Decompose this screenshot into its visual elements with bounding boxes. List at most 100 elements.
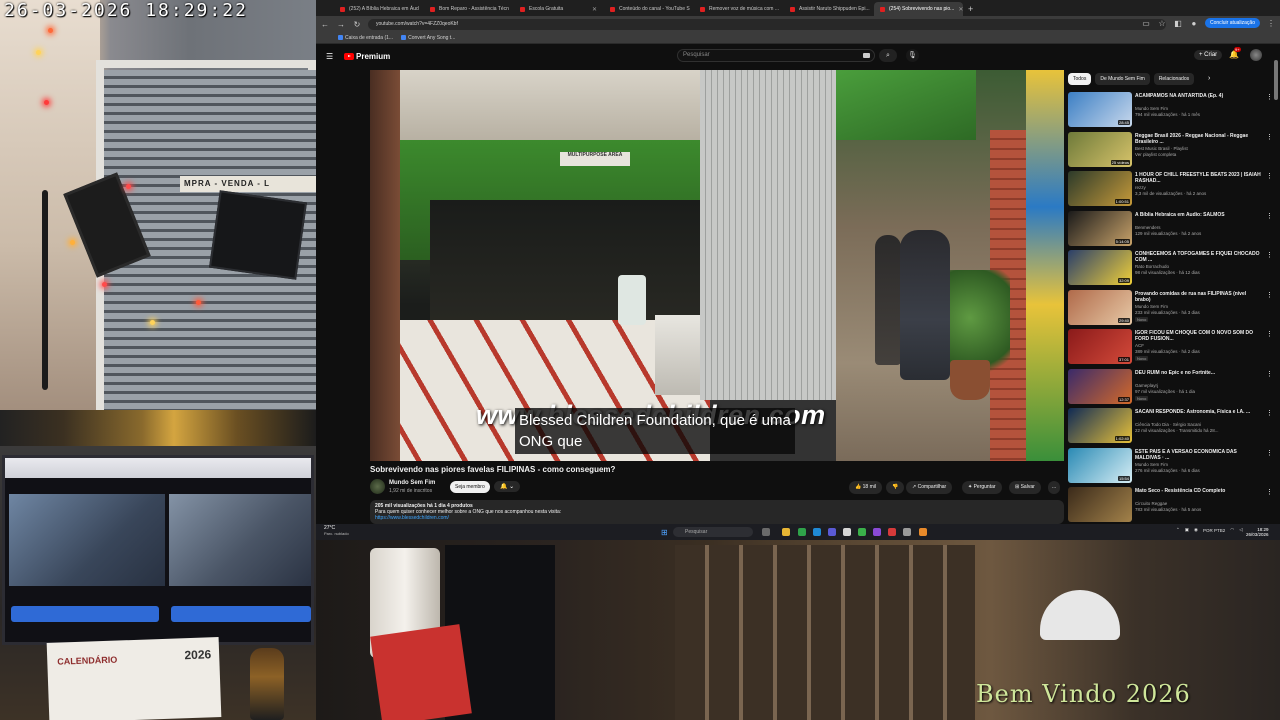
recommended-channel[interactable]: Benmenders xyxy=(1135,225,1161,230)
app-icon[interactable] xyxy=(828,528,836,536)
more-options-icon[interactable]: ⋮ xyxy=(1266,449,1273,457)
settings-icon[interactable] xyxy=(903,528,911,536)
subscribe-bell-button[interactable]: 🔔 ⌄ xyxy=(494,481,521,492)
task-view-icon[interactable] xyxy=(762,528,770,536)
browser-tab[interactable]: Assistir Naruto Shippuden Epi...✕ xyxy=(784,2,873,16)
browser-tab[interactable]: (254) Sobrevivendo nas pio... ✕ xyxy=(874,2,963,16)
video-thumbnail[interactable]: 1:00:51 xyxy=(1068,171,1132,206)
more-options-icon[interactable]: ⋮ xyxy=(1266,488,1273,496)
menu-icon[interactable]: ⋮ xyxy=(1266,19,1276,28)
recommended-channel[interactable]: Best Music Brasil · Playlist xyxy=(1135,146,1188,151)
recommended-title[interactable]: IGOR FICOU EM CHOQUE COM O NOVO SOM DO F… xyxy=(1135,330,1263,342)
more-options-icon[interactable]: ⋮ xyxy=(1266,212,1273,220)
chevron-right-icon[interactable]: › xyxy=(1208,75,1210,82)
browser-tab[interactable]: Conteúdo do canal - YouTube S✕ xyxy=(604,2,693,16)
recommended-video[interactable]: 29:40 Provando comidas de rua nas FILIPIN… xyxy=(1068,288,1273,328)
create-button[interactable]: + Criar xyxy=(1194,50,1223,60)
video-thumbnail[interactable]: 29:40 xyxy=(1068,289,1132,325)
app-icon[interactable] xyxy=(843,528,851,536)
app-icon[interactable] xyxy=(919,528,927,536)
recommended-title[interactable]: SACANI RESPONDE: Astronomia, Física e I.… xyxy=(1135,409,1263,415)
video-thumbnail[interactable]: 15:54 xyxy=(1068,447,1132,483)
scrollbar[interactable] xyxy=(1274,60,1278,100)
channel-name[interactable]: Mundo Sem Fim xyxy=(389,480,435,486)
video-player[interactable]: MULTIPURPOSE AREA www.blessedchildren.co… xyxy=(370,70,1064,461)
filter-chip[interactable]: Todos xyxy=(1068,73,1092,85)
taskbar-clock[interactable]: 18:29 26/03/2026 xyxy=(1246,527,1269,537)
recommended-title[interactable]: Mato Seco - Resistência CD Completo xyxy=(1135,488,1263,494)
recommended-channel[interactable]: Gameplayrj xyxy=(1135,383,1158,388)
recommended-title[interactable]: ESTE PAÍS É A VERSÃO ECONÔMICA DAS MALDI… xyxy=(1135,449,1263,461)
app-icon[interactable] xyxy=(858,528,866,536)
extensions-icon[interactable]: ◧ xyxy=(1173,19,1183,28)
filter-chip[interactable]: De Mundo Sem Fim xyxy=(1095,73,1150,85)
tray-app-icon[interactable]: ▣ xyxy=(1185,527,1189,533)
description-link[interactable]: https://www.blessedchildren.com/ xyxy=(375,515,1059,521)
ask-button[interactable]: ✦ Perguntar xyxy=(962,481,1002,494)
user-avatar[interactable] xyxy=(1250,49,1262,61)
star-icon[interactable]: ☆ xyxy=(1157,19,1167,28)
profile-icon[interactable]: ● xyxy=(1189,19,1199,28)
channel-avatar[interactable] xyxy=(370,479,385,494)
update-button[interactable]: Concluir atualização xyxy=(1204,18,1260,28)
video-thumbnail[interactable]: 28:45 xyxy=(1068,92,1132,127)
recommended-title[interactable]: Reggae Brasil 2026 - Reggae Nacional - R… xyxy=(1135,133,1263,145)
more-options-icon[interactable]: ⋮ xyxy=(1266,172,1273,180)
video-thumbnail[interactable]: 32:09 xyxy=(1068,250,1132,285)
hamburger-menu-icon[interactable]: ☰ xyxy=(326,52,340,61)
edge-icon[interactable] xyxy=(813,528,821,536)
recommended-video[interactable]: 1:00:51 1 HOUR OF CHILL FREESTYLE BEATS 2… xyxy=(1068,169,1273,209)
close-tab-icon[interactable]: ✕ xyxy=(592,6,597,13)
back-icon[interactable]: ← xyxy=(320,20,330,29)
recommended-title[interactable]: DEU RUIM no Epic e no Fortnite... xyxy=(1135,370,1263,376)
share-button[interactable]: ↗ Compartilhar xyxy=(906,481,953,494)
video-thumbnail[interactable]: 1:02:40 xyxy=(1068,408,1132,443)
bookmark-item[interactable]: Caixa de entrada (1... xyxy=(338,35,393,41)
close-tab-icon[interactable]: ✕ xyxy=(958,6,963,13)
recommended-video[interactable]: 1:02:40 SACANI RESPONDE: Astronomia, Físi… xyxy=(1068,406,1273,446)
tray-app-icon[interactable]: ◉ xyxy=(1194,527,1198,533)
more-options-icon[interactable]: ⋮ xyxy=(1266,291,1273,299)
video-thumbnail[interactable]: 12:37 xyxy=(1068,368,1132,404)
recommended-video[interactable]: 25 vídeos Reggae Brasil 2026 - Reggae Nac… xyxy=(1068,130,1273,170)
recommended-channel[interactable]: Mundo Sem Fim xyxy=(1135,462,1168,467)
chrome-icon[interactable] xyxy=(798,528,806,536)
recommended-video[interactable]: 15:54 ESTE PAÍS É A VERSÃO ECONÔMICA DAS … xyxy=(1068,446,1273,486)
address-bar[interactable]: youtube.com/watch?v=4FZZ0qeoKbf xyxy=(368,18,1166,30)
recommended-video[interactable]: 32:09 CONHECEMOS A TOFOGAMES E FIQUEI CHO… xyxy=(1068,248,1273,288)
browser-tab[interactable]: (252) A Bíblia Hebraica em Áud✕ xyxy=(334,2,423,16)
recommended-title[interactable]: CONHECEMOS A TOFOGAMES E FIQUEI CHOCADO … xyxy=(1135,251,1263,263)
video-thumbnail[interactable]: 5:14:05 xyxy=(1068,210,1132,246)
weather-widget[interactable]: 27°C Parc. nublado xyxy=(324,526,349,537)
more-options-icon[interactable]: ⋮ xyxy=(1266,93,1273,101)
bookmark-item[interactable]: Convert Any Song t... xyxy=(401,35,455,41)
browser-tab[interactable]: Escola Gratuita ✕ xyxy=(514,2,603,16)
keyboard-icon[interactable] xyxy=(863,53,870,58)
new-tab-icon[interactable]: + xyxy=(968,2,973,16)
like-button[interactable]: 👍 18 mil xyxy=(849,481,882,494)
more-options-icon[interactable]: ⋮ xyxy=(1266,370,1273,378)
video-thumbnail[interactable]: 37:01 xyxy=(1068,329,1132,364)
youtube-search-input[interactable]: Pesquisar xyxy=(677,49,875,62)
recommended-video[interactable]: 5:14:05 A Bíblia Hebraica em Áudio: SALMO… xyxy=(1068,209,1273,249)
tray-chevron-icon[interactable]: ⌃ xyxy=(1176,527,1180,533)
recommended-title[interactable]: Provando comidas de rua nas FILIPINAS (n… xyxy=(1135,291,1263,303)
dislike-button[interactable]: 👎 xyxy=(886,481,905,494)
recommended-channel[interactable]: Mundo Sem Fim xyxy=(1135,106,1168,111)
recommended-channel[interactable]: Circuito Reggae xyxy=(1135,501,1167,506)
recommended-channel[interactable]: rezzy xyxy=(1135,185,1146,190)
recommended-video[interactable]: 28:45 ACAMPAMOS NA ANTÁRTIDA (Ep. 4) Mundo… xyxy=(1068,90,1273,130)
more-actions-button[interactable]: ... xyxy=(1048,481,1061,494)
recommended-channel[interactable]: ACF xyxy=(1135,343,1144,348)
recommended-video[interactable]: 12:37 DEU RUIM no Epic e no Fortnite... Ga… xyxy=(1068,367,1273,407)
taskbar-search-input[interactable]: Pesquisar xyxy=(673,527,753,537)
more-options-icon[interactable]: ⋮ xyxy=(1266,330,1273,338)
more-options-icon[interactable]: ⋮ xyxy=(1266,133,1273,141)
windows-start-icon[interactable]: ⊞ xyxy=(661,528,668,537)
more-options-icon[interactable]: ⋮ xyxy=(1266,251,1273,259)
recommended-title[interactable]: 1 HOUR OF CHILL FREESTYLE BEATS 2023 | I… xyxy=(1135,172,1263,184)
search-icon[interactable]: ⌕ xyxy=(879,49,897,62)
recommended-title[interactable]: A Bíblia Hebraica em Áudio: SALMOS xyxy=(1135,212,1263,218)
youtube-logo[interactable]: Premium xyxy=(344,52,390,61)
app-icon[interactable] xyxy=(873,528,881,536)
